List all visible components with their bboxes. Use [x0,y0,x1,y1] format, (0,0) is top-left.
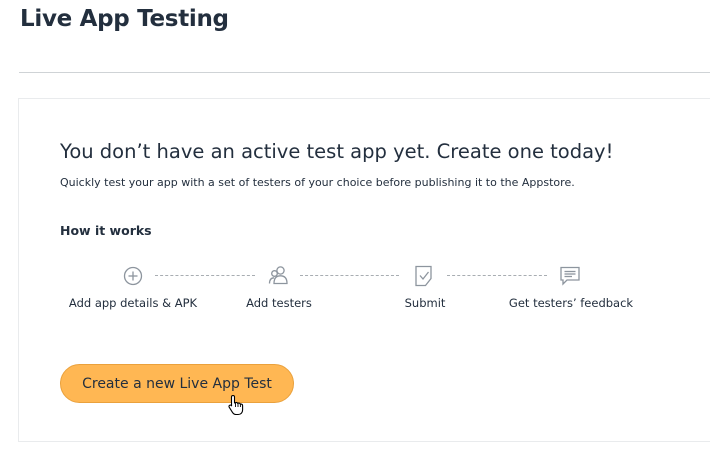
empty-state-card: You don’t have an active test app yet. C… [18,98,710,442]
create-live-app-test-button[interactable]: Create a new Live App Test [60,364,294,403]
plus-circle-icon [121,264,145,288]
page-title: Live App Testing [20,6,229,32]
step-connector [447,275,547,276]
step-label: Get testers’ feedback [508,296,634,310]
checked-document-icon [412,264,436,288]
hand-cursor-icon [227,394,245,416]
step-label: Add app details & APK [68,296,198,310]
empty-state-headline: You don’t have an active test app yet. C… [60,140,614,163]
step-connector [155,275,255,276]
step-label: Add testers [246,296,312,310]
step-label: Submit [404,296,446,310]
how-it-works-heading: How it works [60,223,152,238]
people-icon [267,263,291,287]
title-divider [19,72,710,73]
empty-state-description: Quickly test your app with a set of test… [60,176,575,189]
step-connector [300,275,399,276]
chat-bubble-icon [558,264,582,288]
